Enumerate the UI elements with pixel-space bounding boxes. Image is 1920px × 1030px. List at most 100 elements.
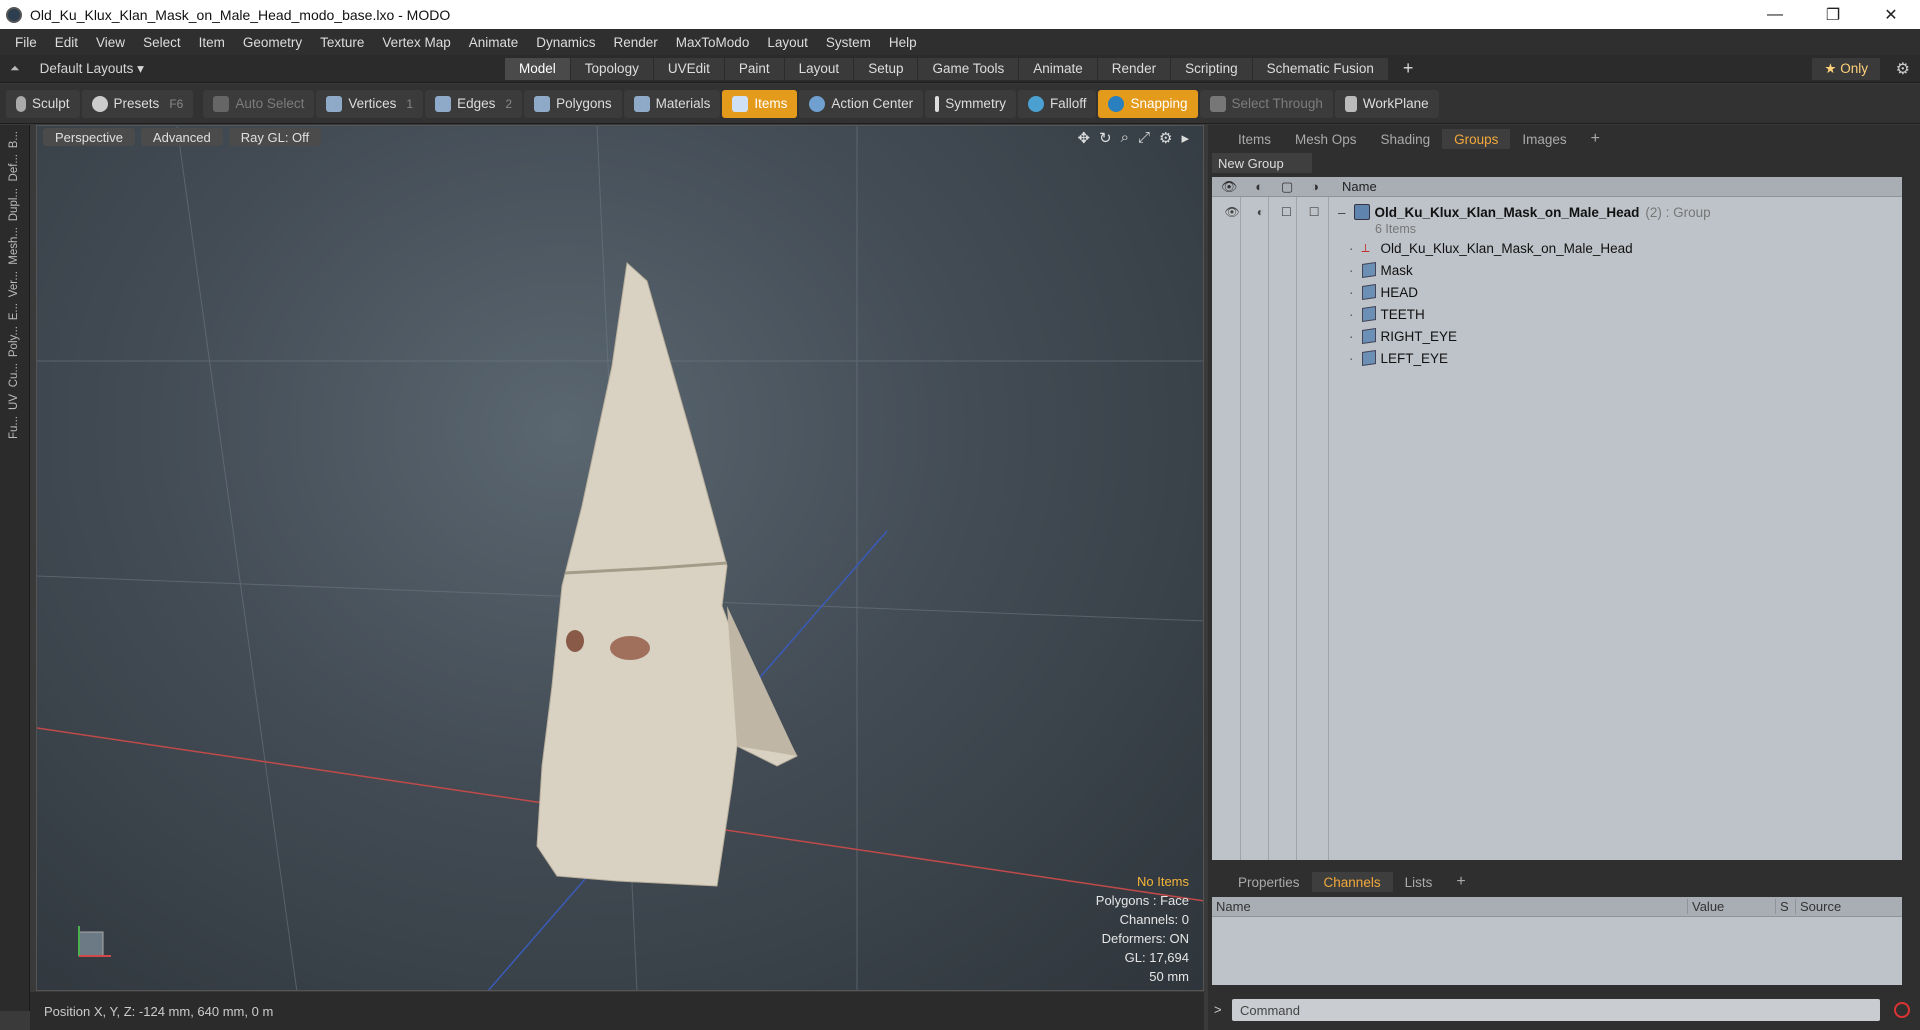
menu-texture[interactable]: Texture [311, 35, 373, 50]
menu-edit[interactable]: Edit [46, 35, 87, 50]
tab-uvedit[interactable]: UVEdit [653, 57, 724, 80]
presets-icon [91, 95, 108, 112]
new-group-button[interactable]: New Group [1212, 153, 1312, 173]
list-item[interactable]: · HEAD [1349, 281, 1418, 303]
tab-scripting[interactable]: Scripting [1171, 57, 1252, 80]
viewport-settings-icon[interactable]: ⚙ [1159, 129, 1172, 147]
menu-file[interactable]: File [6, 35, 46, 50]
edges-button[interactable]: Edges 2 [425, 89, 523, 118]
zoom-icon[interactable]: ⌕ [1121, 129, 1129, 147]
tab-layout[interactable]: Layout [784, 57, 854, 80]
auto-select-button[interactable]: Auto Select [203, 89, 315, 118]
list-item[interactable]: · ⟂ Old_Ku_Klux_Klan_Mask_on_Male_Head [1349, 237, 1633, 259]
falloff-button[interactable]: Falloff [1017, 89, 1097, 118]
left-tool-ver[interactable]: Ver... [8, 271, 20, 297]
menu-geometry[interactable]: Geometry [234, 35, 311, 50]
left-tool-uv[interactable]: UV [8, 394, 20, 410]
left-tool-cu[interactable]: Cu... [8, 363, 20, 387]
render-column-icon[interactable]: ◐ [1255, 179, 1263, 195]
list-item[interactable]: · RIGHT_EYE [1349, 325, 1457, 347]
tab-animate[interactable]: Animate [1019, 57, 1097, 80]
perspective-button[interactable]: Perspective [43, 128, 135, 146]
vertices-button[interactable]: Vertices 1 [316, 89, 424, 118]
polygons-button[interactable]: Polygons [524, 89, 622, 118]
maximize-button[interactable]: ❐ [1804, 0, 1862, 29]
tab-channels[interactable]: Channels [1311, 872, 1393, 892]
tab-lists[interactable]: Lists [1393, 872, 1445, 892]
left-tool-dupl[interactable]: Dupl... [8, 188, 20, 221]
render-icon[interactable]: ◐ [1257, 205, 1264, 219]
add-panel-tab-icon[interactable]: + [1579, 129, 1612, 149]
viewport-expand-icon[interactable]: ▸ [1181, 129, 1189, 147]
menu-dynamics[interactable]: Dynamics [527, 35, 604, 50]
raygl-button[interactable]: Ray GL: Off [228, 128, 322, 146]
left-tool-mesh[interactable]: Mesh... [8, 227, 20, 265]
menu-help[interactable]: Help [880, 35, 926, 50]
menu-system[interactable]: System [817, 35, 880, 50]
tab-model[interactable]: Model [505, 57, 570, 80]
tab-topology[interactable]: Topology [570, 57, 653, 80]
lock-checkbox-icon[interactable]: ☐ [1281, 205, 1292, 219]
close-button[interactable]: ✕ [1862, 0, 1920, 29]
minimize-button[interactable]: — [1746, 0, 1804, 29]
menu-select[interactable]: Select [134, 35, 190, 50]
select-checkbox-icon[interactable]: ☐ [1309, 205, 1320, 219]
tab-setup[interactable]: Setup [854, 57, 918, 80]
menu-view[interactable]: View [87, 35, 134, 50]
select-column-icon[interactable]: ◑ [1311, 179, 1319, 195]
tab-images[interactable]: Images [1510, 129, 1578, 149]
presets-button[interactable]: Presets F6 [81, 89, 194, 118]
menu-item[interactable]: Item [190, 35, 234, 50]
materials-button[interactable]: Materials [623, 89, 721, 118]
gear-icon[interactable]: ⚙ [1896, 59, 1910, 79]
tab-render[interactable]: Render [1097, 57, 1171, 80]
menu-render[interactable]: Render [605, 35, 667, 50]
left-tool-def[interactable]: Def... [8, 154, 20, 181]
tab-groups[interactable]: Groups [1442, 129, 1511, 149]
command-input[interactable]: Command [1232, 999, 1880, 1021]
lock-column-icon[interactable]: ▢ [1281, 179, 1293, 195]
eye-icon[interactable]: 👁 [1224, 205, 1239, 219]
add-bottom-tab-icon[interactable]: + [1444, 872, 1477, 892]
tab-schematic-fusion[interactable]: Schematic Fusion [1252, 57, 1388, 80]
list-item[interactable]: · TEETH [1349, 303, 1425, 325]
visibility-column-icon[interactable]: 👁 [1221, 179, 1238, 195]
add-tab-icon[interactable]: + [1389, 58, 1428, 80]
workplane-button[interactable]: WorkPlane [1334, 89, 1439, 118]
left-tool-e[interactable]: E... [8, 303, 20, 320]
move-view-icon[interactable]: ✥ [1077, 129, 1090, 147]
items-icon [732, 95, 749, 112]
tab-properties[interactable]: Properties [1226, 872, 1312, 892]
record-icon[interactable] [1894, 1002, 1910, 1018]
items-button[interactable]: Items [722, 89, 798, 118]
3d-viewport[interactable]: Perspective Advanced Ray GL: Off ✥ ↻ ⌕ ⤢… [36, 125, 1204, 991]
fit-view-icon[interactable]: ⤢ [1138, 129, 1150, 147]
left-tool-b[interactable]: B... [8, 131, 20, 148]
list-item[interactable]: · Mask [1349, 259, 1413, 281]
menu-maxtomodo[interactable]: MaxToModo [667, 35, 759, 50]
menu-animate[interactable]: Animate [460, 35, 528, 50]
tab-items[interactable]: Items [1226, 129, 1283, 149]
left-tool-fu[interactable]: Fu... [8, 416, 20, 439]
list-item[interactable]: · LEFT_EYE [1349, 347, 1448, 369]
snapping-button[interactable]: Snapping [1098, 89, 1198, 118]
tab-shading[interactable]: Shading [1369, 129, 1443, 149]
tab-game-tools[interactable]: Game Tools [918, 57, 1019, 80]
rotate-view-icon[interactable]: ↻ [1099, 129, 1112, 147]
tab-mesh-ops[interactable]: Mesh Ops [1283, 129, 1369, 149]
symmetry-button[interactable]: Symmetry [925, 89, 1016, 118]
group-row[interactable]: 👁 ◐ ☐ ☐ – Old_Ku_Klux_Klan_Mask_on_Male_… [1216, 201, 1711, 223]
only-toggle[interactable]: ★ Only [1812, 58, 1880, 80]
select-through-button[interactable]: Select Through [1199, 89, 1333, 118]
collapse-icon[interactable]: ⏶ [10, 61, 20, 76]
advanced-button[interactable]: Advanced [140, 128, 223, 146]
tab-paint[interactable]: Paint [724, 57, 784, 80]
layouts-dropdown[interactable]: Default Layouts ▾ [40, 61, 144, 77]
menu-vertex-map[interactable]: Vertex Map [373, 35, 459, 50]
left-tool-poly[interactable]: Poly... [8, 326, 20, 357]
right-panel: Items Mesh Ops Shading Groups Images + N… [1208, 125, 1920, 1030]
action-center-button[interactable]: Action Center [799, 89, 924, 118]
sculpt-button[interactable]: Sculpt [6, 89, 80, 118]
select-through-icon [1209, 95, 1226, 112]
menu-layout[interactable]: Layout [758, 35, 817, 50]
